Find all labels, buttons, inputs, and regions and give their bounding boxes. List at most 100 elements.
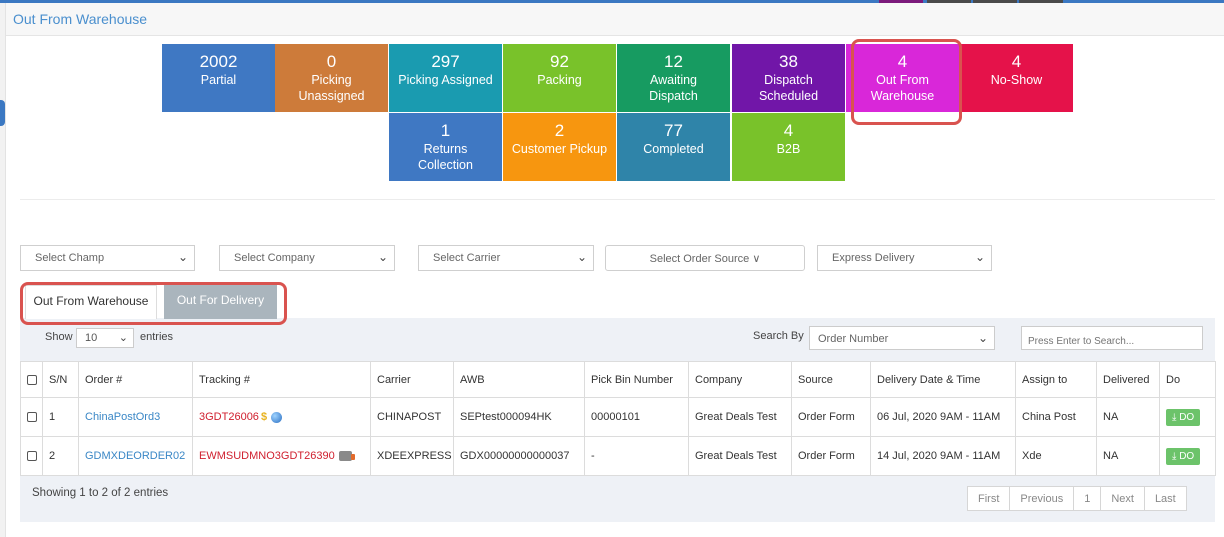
chevron-down-icon: ⌄ [977,331,988,345]
column-header[interactable]: Delivered [1096,361,1160,398]
column-header[interactable]: Order # [78,361,193,398]
tile-label: Scheduled [758,89,819,103]
column-header[interactable]: Delivery Date & Time [870,361,1016,398]
tracking-link[interactable]: EWMSUDMNO3GDT26390 [199,450,335,462]
do-button[interactable]: ⤓ DO [1166,408,1201,426]
assign-cell: Xde [1015,436,1097,476]
tile-count: 2002 [199,52,238,71]
express-delivery-select-label: Express Delivery [832,252,915,264]
column-header[interactable]: Carrier [370,361,454,398]
delivery-cell: 06 Jul, 2020 9AM - 11AM [870,397,1016,437]
row-select-cell [20,436,43,476]
column-header[interactable]: Pick Bin Number [584,361,689,398]
page-header: Out From Warehouse [6,3,1224,36]
column-header[interactable]: Source [791,361,871,398]
tile-returns-collection[interactable]: 1 Returns Collection [389,113,502,181]
pager-page-1[interactable]: 1 [1074,487,1102,510]
tile-no-show[interactable]: 4 No-Show [960,44,1073,112]
tile-customer-pickup[interactable]: 2 Customer Pickup [503,113,616,181]
table-header-row: S/N Order # Tracking # Carrier AWB Pick … [20,361,1216,398]
search-field-select[interactable]: Order Number ⌄ [809,326,995,350]
express-delivery-select[interactable]: Express Delivery ⌄ [817,245,992,271]
dollar-icon: $ [260,411,268,423]
order-link[interactable]: ChinaPostOrd3 [85,411,160,423]
entries-per-page-select[interactable]: 10 ⌄ [76,328,134,348]
search-input[interactable] [1021,326,1203,350]
column-header[interactable]: Assign to [1015,361,1097,398]
page-title: Out From Warehouse [13,11,148,27]
tracking-link[interactable]: 3GDT26006 [199,411,259,423]
tile-packing[interactable]: 92 Packing [503,44,616,112]
sidebar-toggle[interactable] [0,100,5,126]
chevron-down-icon: ⌄ [377,250,388,264]
carrier-select[interactable]: Select Carrier ⌄ [418,245,594,271]
tile-partial[interactable]: 2002 Partial [162,44,275,112]
table-info: Showing 1 to 2 of 2 entries [32,487,169,499]
tracking-cell: EWMSUDMNO3GDT26390 [192,436,371,476]
order-link[interactable]: GDMXDEORDER02 [85,450,185,462]
pager-previous[interactable]: Previous [1010,487,1075,510]
select-all-checkbox[interactable] [27,374,37,385]
tile-label: Customer Pickup [511,142,608,156]
do-button-label: DO [1179,411,1195,423]
truck-icon [338,451,355,462]
pager-first[interactable]: First [968,487,1011,510]
tile-picking-unassigned[interactable]: 0 Picking Unassigned [275,44,388,112]
pager-next[interactable]: Next [1101,487,1145,510]
tile-count: 92 [550,52,569,71]
column-header[interactable]: AWB [453,361,585,398]
company-cell: Great Deals Test [688,397,792,437]
tile-count: 77 [664,121,683,140]
tile-b2b[interactable]: 4 B2B [732,113,845,181]
source-cell: Order Form [791,397,871,437]
do-cell: ⤓ DO [1159,436,1216,476]
tile-label: Partial [200,73,237,87]
row-checkbox[interactable] [27,451,37,462]
tile-awaiting-dispatch[interactable]: 12 Awaiting Dispatch [617,44,730,112]
divider [20,199,1215,200]
search-field-value: Order Number [818,333,889,345]
carrier-cell: XDEEXPRESS [370,436,454,476]
globe-icon [271,411,283,423]
company-select-label: Select Company [234,252,315,264]
awb-cell: SEPtest000094HK [453,397,585,437]
do-button[interactable]: ⤓ DO [1166,447,1201,465]
tile-picking-assigned[interactable]: 297 Picking Assigned [389,44,502,112]
carrier-select-label: Select Carrier [433,252,501,264]
bin-cell: - [584,436,689,476]
table-row: 2 GDMXDEORDER02 EWMSUDMNO3GDT26390 XDEEX… [20,436,1216,476]
tile-count: 12 [664,52,683,71]
delivered-cell: NA [1096,436,1160,476]
row-checkbox[interactable] [27,412,37,423]
tile-highlight-outline [851,39,962,125]
tile-label: Collection [418,158,473,172]
chevron-down-icon: ⌄ [576,250,587,264]
left-sidebar-rail [0,3,6,537]
order-source-select-label: Select Order Source ∨ [649,253,761,265]
column-header[interactable]: Company [688,361,792,398]
show-label: Show [45,331,73,343]
pager-last[interactable]: Last [1145,487,1186,510]
tile-count: 0 [326,52,337,71]
tile-label: Awaiting [649,73,698,87]
tile-dispatch-scheduled[interactable]: 38 Dispatch Scheduled [732,44,845,112]
tile-label: Unassigned [298,89,365,103]
row-select-cell [20,397,43,437]
company-select[interactable]: Select Company ⌄ [219,245,395,271]
column-header[interactable]: Tracking # [192,361,371,398]
tracking-cell: 3GDT26006 $ [192,397,371,437]
tile-count: 38 [779,52,798,71]
tile-label: Returns [423,142,468,156]
order-source-select[interactable]: Select Order Source ∨ [605,245,805,271]
tile-completed[interactable]: 77 Completed [617,113,730,181]
tile-count: 2 [554,121,565,140]
table-row: 1 ChinaPostOrd3 3GDT26006 $ CHINAPOST SEP… [20,397,1216,437]
delivered-cell: NA [1096,397,1160,437]
do-button-label: DO [1179,450,1195,462]
champ-select[interactable]: Select Champ ⌄ [20,245,195,271]
delivery-cell: 14 Jul, 2020 9AM - 11AM [870,436,1016,476]
tile-label: B2B [776,142,801,156]
orders-table: S/N Order # Tracking # Carrier AWB Pick … [20,361,1216,476]
tile-count: 1 [440,121,451,140]
column-header[interactable]: S/N [42,361,79,398]
